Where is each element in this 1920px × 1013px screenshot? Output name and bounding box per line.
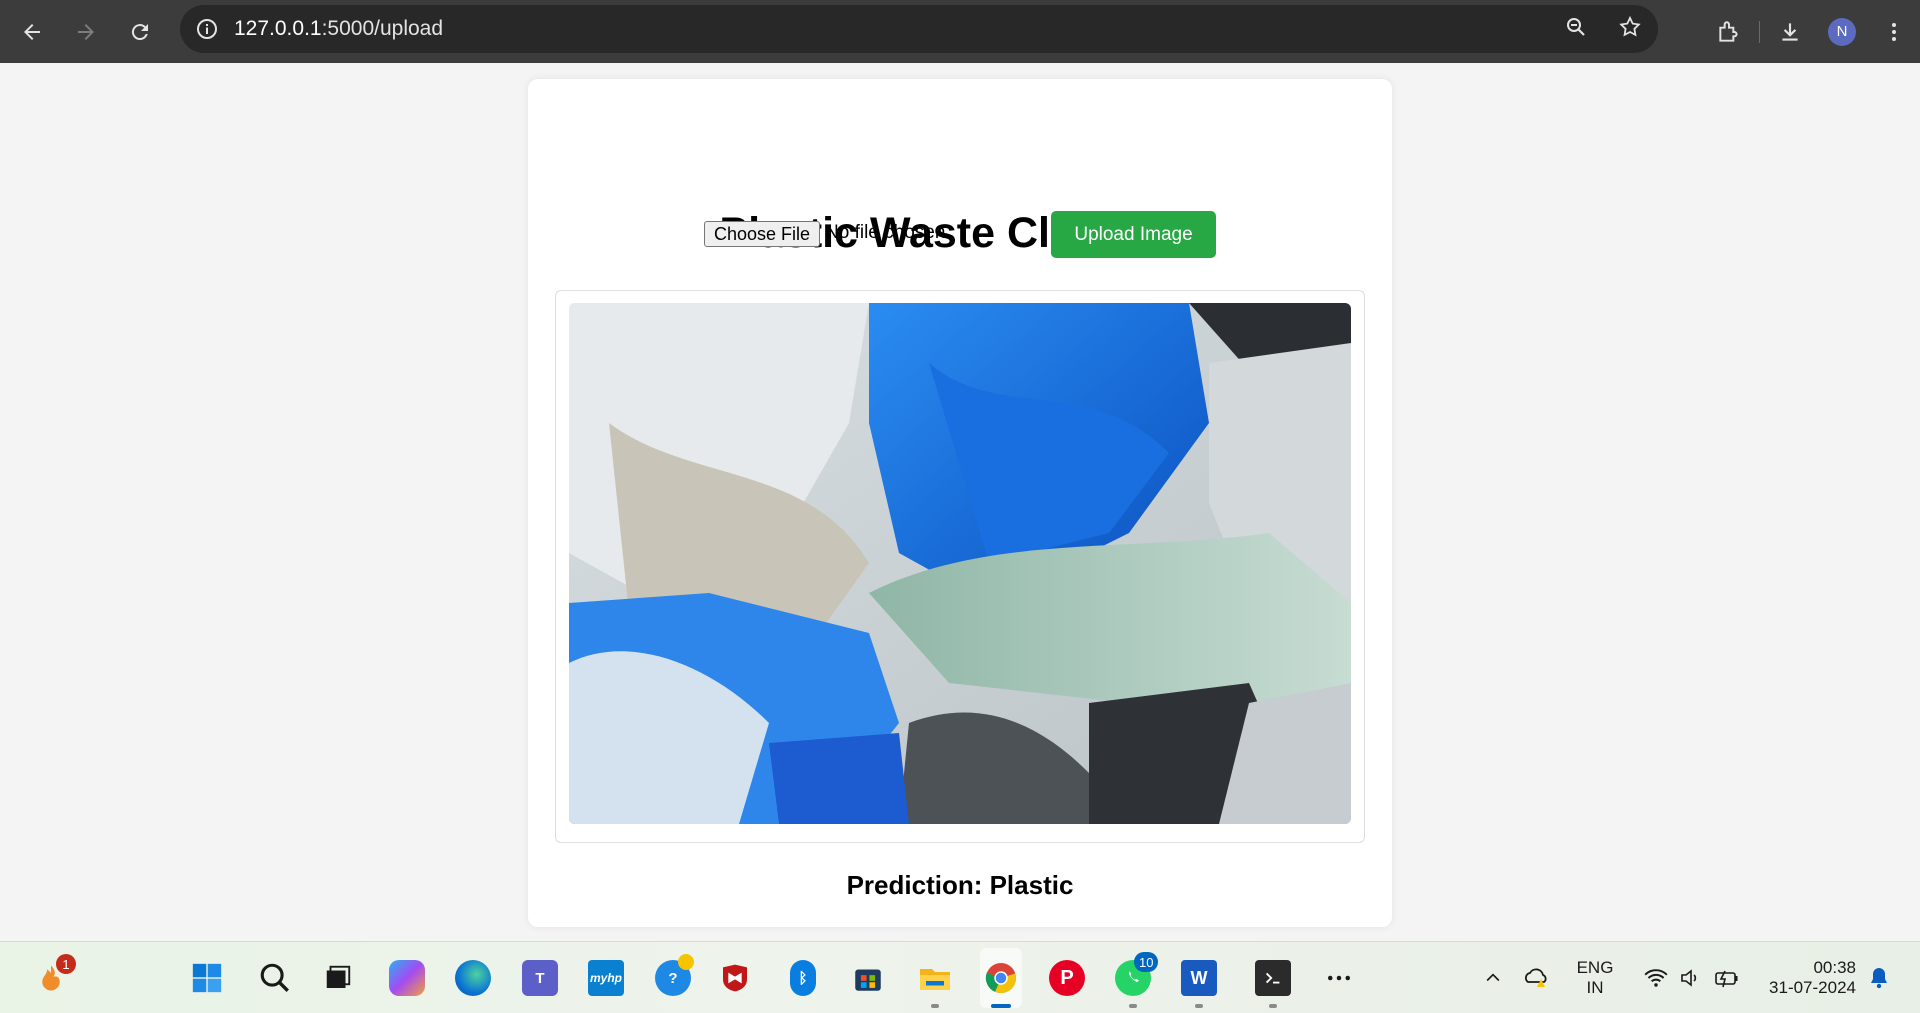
choose-file-button[interactable]: Choose File — [704, 221, 820, 247]
language-indicator[interactable]: ENG IN — [1570, 942, 1620, 1013]
running-indicator-active — [991, 1004, 1011, 1008]
store-icon — [855, 969, 881, 991]
forward-icon[interactable] — [64, 10, 108, 54]
start-icon — [192, 963, 222, 993]
whatsapp-badge: 10 — [1134, 952, 1159, 972]
extensions-icon[interactable] — [1703, 19, 1755, 45]
running-indicator — [1195, 1004, 1203, 1008]
pinterest-icon: P — [1049, 960, 1085, 996]
download-icon[interactable] — [1764, 19, 1816, 45]
browser-toolbar: 127.0.0.1:5000/upload N — [0, 0, 1920, 63]
upload-image-button[interactable]: Upload Image — [1051, 211, 1216, 258]
onedrive-button[interactable] — [1520, 942, 1554, 1013]
chrome-button[interactable] — [976, 942, 1026, 1013]
battery-charging-icon — [1715, 970, 1738, 988]
page-title: Plastic Waste Classifier — [719, 209, 1201, 257]
terminal-icon — [1255, 960, 1291, 996]
clock-time: 00:38 — [1813, 958, 1856, 977]
uploaded-image — [569, 303, 1351, 824]
pinterest-button[interactable]: P — [1044, 942, 1090, 1013]
notification-dot — [678, 954, 694, 970]
running-indicator — [1269, 1004, 1277, 1008]
toolbar-divider — [1759, 20, 1760, 43]
bluetooth-button[interactable]: ᛒ — [780, 942, 826, 1013]
search-icon — [260, 963, 289, 992]
word-icon: W — [1181, 960, 1217, 996]
clock-date: 31-07-2024 — [1769, 978, 1856, 997]
word-button[interactable]: W — [1176, 942, 1222, 1013]
whatsapp-button[interactable]: 10 — [1110, 942, 1159, 1013]
edge-button[interactable] — [450, 942, 496, 1013]
more-apps-icon — [1328, 975, 1350, 981]
task-view-icon — [326, 965, 351, 988]
myhp-icon: myhp — [588, 960, 624, 996]
zoom-icon[interactable] — [1564, 15, 1588, 44]
prediction-result: Prediction: Plastic — [846, 870, 1074, 900]
teams-icon: T — [522, 960, 558, 996]
file-explorer-button[interactable] — [912, 942, 958, 1013]
widgets-button[interactable]: 1 — [28, 942, 76, 1013]
mcafee-icon — [723, 964, 747, 992]
wifi-icon — [1644, 969, 1668, 987]
address-bar[interactable]: 127.0.0.1:5000/upload — [180, 5, 1658, 53]
show-hidden-icons-button[interactable] — [1478, 942, 1508, 1013]
chrome-icon — [985, 963, 1016, 994]
windows-taskbar: 1 T myhp ? ᛒ P 10 W ENG IN 00:38 31-07-2… — [0, 941, 1920, 1013]
onedrive-warning-icon — [1525, 968, 1547, 987]
site-info-icon[interactable] — [194, 16, 220, 42]
more-icon[interactable] — [1868, 20, 1920, 44]
myhp-button[interactable]: myhp — [583, 942, 629, 1013]
widgets-badge: 1 — [56, 954, 76, 974]
start-button[interactable] — [184, 942, 230, 1013]
store-button[interactable] — [845, 942, 891, 1013]
bell-icon — [1871, 968, 1887, 989]
search-button[interactable] — [252, 942, 298, 1013]
chevron-up-icon — [1486, 973, 1500, 982]
terminal-button[interactable] — [1250, 942, 1296, 1013]
avatar: N — [1828, 17, 1856, 46]
clock[interactable]: 00:38 31-07-2024 — [1752, 942, 1862, 1013]
more-apps-button[interactable] — [1316, 942, 1362, 1013]
edge-icon — [455, 960, 491, 996]
back-icon[interactable] — [10, 10, 54, 54]
region-code: IN — [1586, 978, 1604, 997]
volume-icon — [1681, 969, 1697, 987]
language-code: ENG — [1576, 958, 1614, 977]
quick-settings-button[interactable] — [1636, 942, 1748, 1013]
task-view-button[interactable] — [315, 942, 361, 1013]
bookmark-star-icon[interactable] — [1618, 15, 1642, 44]
copilot-button[interactable] — [384, 942, 430, 1013]
url-text: 127.0.0.1:5000/upload — [234, 17, 443, 41]
reload-icon[interactable] — [118, 10, 162, 54]
profile-avatar[interactable]: N — [1816, 17, 1868, 46]
running-indicator — [1129, 1004, 1137, 1008]
file-explorer-icon — [920, 969, 950, 990]
get-help-button[interactable]: ? — [650, 942, 696, 1013]
mcafee-button[interactable] — [712, 942, 758, 1013]
running-indicator — [931, 1004, 939, 1008]
copilot-icon — [389, 960, 425, 996]
no-file-chosen-text: No file chosen — [825, 222, 946, 243]
url-path: :5000/upload — [321, 17, 444, 40]
bluetooth-icon: ᛒ — [790, 960, 816, 996]
teams-button[interactable]: T — [517, 942, 563, 1013]
url-host: 127.0.0.1 — [234, 17, 322, 40]
notifications-button[interactable] — [1864, 942, 1894, 1013]
